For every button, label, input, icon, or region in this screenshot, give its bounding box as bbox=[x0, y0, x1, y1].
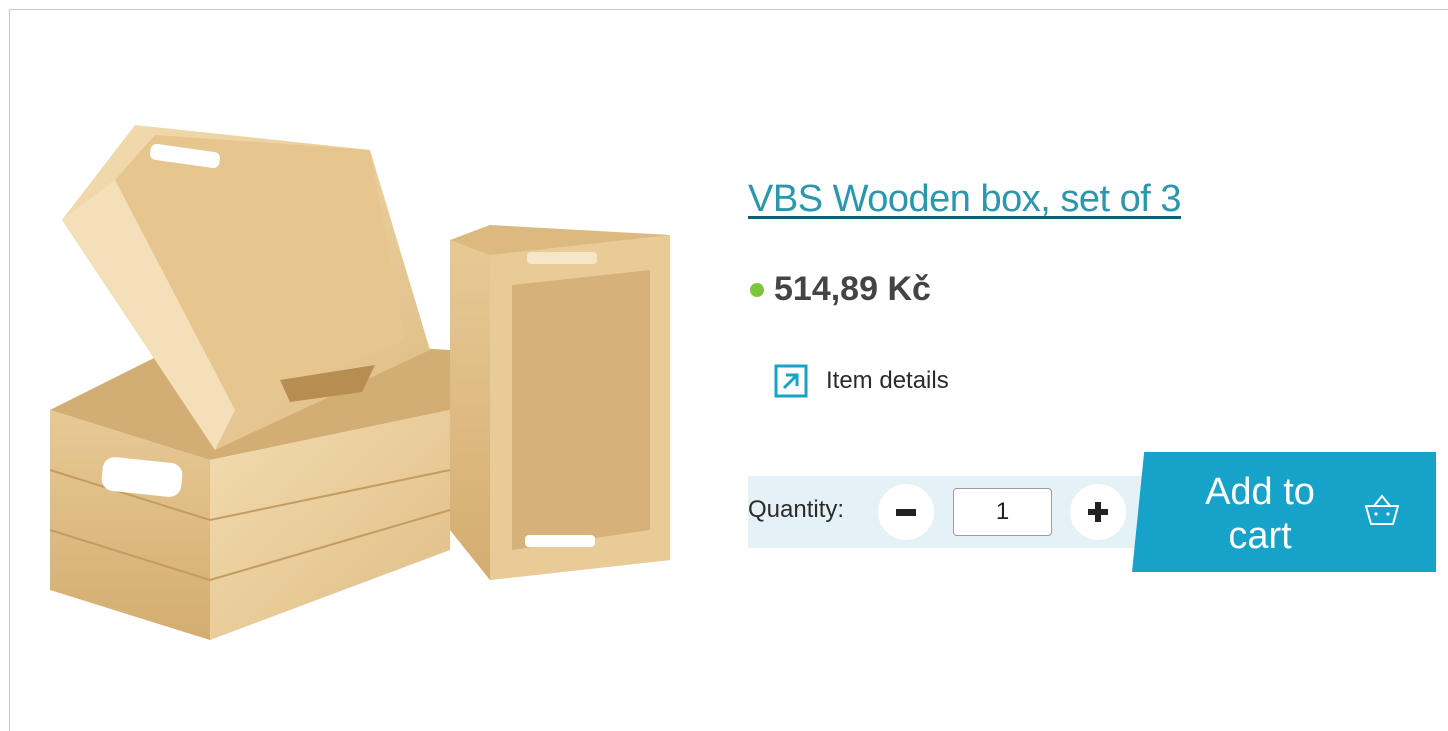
product-title-link[interactable]: VBS Wooden box, set of 3 bbox=[748, 178, 1182, 221]
quantity-label: Quantity: bbox=[748, 496, 845, 523]
item-details-link[interactable]: Item details bbox=[774, 364, 949, 398]
stock-status-dot bbox=[750, 282, 764, 297]
decrease-quantity-button[interactable] bbox=[878, 484, 934, 540]
product-image[interactable] bbox=[40, 110, 680, 650]
external-link-arrow-icon bbox=[774, 364, 808, 398]
item-details-label: Item details bbox=[826, 367, 949, 394]
increase-quantity-button[interactable] bbox=[1070, 484, 1126, 540]
quantity-input[interactable] bbox=[953, 488, 1052, 536]
minus-icon bbox=[896, 509, 916, 516]
price-row: 514,89 Kč bbox=[750, 270, 931, 309]
plus-icon bbox=[1088, 502, 1108, 522]
add-to-cart-label[interactable]: Add to cart bbox=[1190, 470, 1330, 558]
basket-icon[interactable] bbox=[1362, 492, 1402, 530]
product-price: 514,89 Kč bbox=[774, 270, 931, 308]
